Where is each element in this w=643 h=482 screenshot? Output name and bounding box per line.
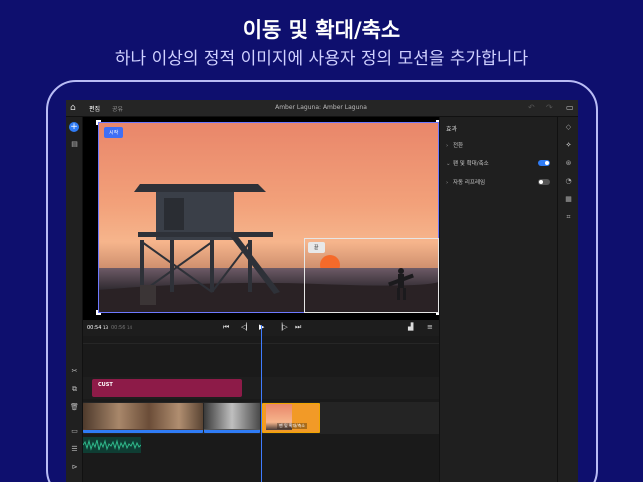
- comment-icon[interactable]: ▭: [566, 103, 574, 112]
- title-clip[interactable]: CUST: [92, 379, 242, 397]
- tab-share[interactable]: 공유: [112, 104, 123, 113]
- start-label: 시작: [104, 127, 124, 138]
- resize-handle-top-left[interactable]: [96, 120, 101, 125]
- split-icon[interactable]: ✂: [69, 366, 80, 376]
- clip-thumbnail: [83, 403, 203, 429]
- redo-icon[interactable]: ↷: [546, 103, 553, 112]
- delete-icon[interactable]: 🗑: [69, 402, 80, 412]
- effect-row-transitions[interactable]: › 전환: [446, 141, 552, 153]
- step-back-icon[interactable]: ◁▏: [241, 323, 252, 332]
- add-media-button[interactable]: +: [69, 122, 79, 132]
- audio-waveform: [82, 439, 142, 451]
- end-label: 끝: [308, 242, 325, 253]
- top-bar: ⌂ 편집 공유 Amber Laguna: Amber Laguna ↶ ↷ ▭: [66, 100, 578, 117]
- total-timecode: 00:56 14: [111, 325, 133, 331]
- menu-icon[interactable]: ≡: [427, 323, 433, 332]
- chevron-down-icon: ⌄: [446, 161, 451, 167]
- title-clip-label: CUST: [98, 382, 113, 388]
- resize-handle-bottom-left[interactable]: [96, 310, 101, 315]
- undo-icon[interactable]: ↶: [528, 103, 535, 112]
- aspect-icon[interactable]: ▟: [408, 323, 413, 332]
- hero-subtitle: 하나 이상의 정적 이미지에 사용자 정의 모션을 추가합니다: [114, 49, 529, 69]
- shape-icon[interactable]: ◇: [563, 122, 574, 133]
- crop-icon[interactable]: ▦: [563, 194, 574, 205]
- markers-icon[interactable]: ⊳: [69, 462, 80, 472]
- list-icon[interactable]: ☰: [69, 444, 80, 454]
- effects-panel: 효과 › 전환 ⌄ 팬 및 확대/축소 › 자동 리프레임: [439, 117, 557, 482]
- home-icon[interactable]: ⌂: [70, 103, 80, 113]
- effect-row-auto-reframe[interactable]: › 자동 리프레임: [446, 178, 552, 190]
- left-toolbar: + ▤ ✂ ⧉ 🗑 ▭ ☰ ⊳: [66, 117, 83, 482]
- clip-thumbnail: [204, 403, 260, 429]
- tracks-icon[interactable]: ▭: [69, 426, 80, 436]
- video-clip-2[interactable]: [204, 403, 260, 433]
- hero-title: 이동 및 확대/축소: [242, 18, 401, 42]
- media-library-icon[interactable]: ▤: [69, 139, 80, 149]
- audio-clip[interactable]: [82, 437, 142, 453]
- app-window: ⌂ 편집 공유 Amber Laguna: Amber Laguna ↶ ↷ ▭…: [66, 100, 578, 482]
- pan-zoom-toggle[interactable]: [538, 160, 550, 166]
- timeline[interactable]: CUST 팬 및 확대/축소: [82, 325, 439, 482]
- skip-end-icon[interactable]: ⏭: [295, 323, 301, 332]
- selected-clip-label: 팬 및 확대/축소: [277, 423, 307, 429]
- selected-video-clip[interactable]: 팬 및 확대/축소: [262, 403, 320, 433]
- tab-edit[interactable]: 편집: [89, 104, 100, 113]
- transform-icon[interactable]: ⌗: [563, 212, 574, 223]
- color-icon[interactable]: ⊛: [563, 158, 574, 169]
- project-title: Amber Laguna: Amber Laguna: [275, 104, 367, 111]
- auto-reframe-toggle[interactable]: [538, 179, 550, 185]
- step-forward-icon[interactable]: ▕▷: [277, 323, 288, 332]
- current-timecode: 00:54 13: [87, 325, 109, 331]
- panel-title: 효과: [446, 126, 458, 133]
- duplicate-icon[interactable]: ⧉: [69, 384, 80, 394]
- chevron-right-icon: ›: [446, 143, 449, 149]
- effects-icon[interactable]: ✧: [563, 140, 574, 151]
- speed-icon[interactable]: ◔: [563, 176, 574, 187]
- effect-row-pan-zoom[interactable]: ⌄ 팬 및 확대/축소: [446, 159, 552, 171]
- playhead[interactable]: [261, 325, 262, 482]
- skip-start-icon[interactable]: ⏮: [223, 323, 229, 332]
- video-clip-1[interactable]: [83, 403, 203, 433]
- right-icon-rail: ◇ ✧ ⊛ ◔ ▦ ⌗: [557, 117, 578, 482]
- program-monitor[interactable]: 시작 끝: [83, 117, 441, 320]
- chevron-right-icon: ›: [446, 180, 449, 186]
